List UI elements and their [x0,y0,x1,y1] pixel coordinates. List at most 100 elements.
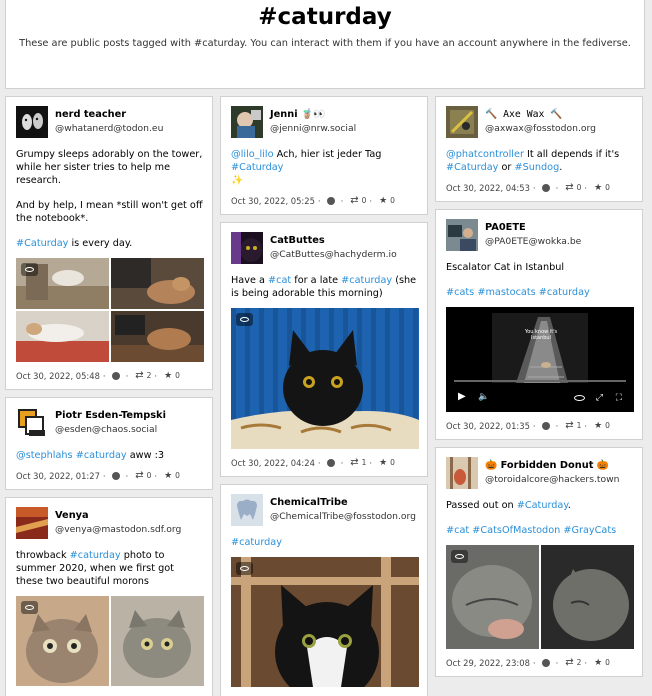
star-icon[interactable]: ★ [164,471,172,481]
media-image[interactable] [16,311,109,362]
fullscreen-icon[interactable]: ⛶ [616,393,622,403]
boost-icon[interactable]: ⇄ [135,470,143,481]
video-frame[interactable] [446,307,634,412]
hashtag-link[interactable]: #Caturday [231,162,283,173]
star-icon[interactable]: ★ [594,658,602,668]
media-image[interactable] [231,308,419,449]
post-date[interactable]: Oct 30, 2022, 01:35 [446,421,530,431]
avatar[interactable] [446,219,478,251]
media-image[interactable] [111,258,204,309]
media-image[interactable] [111,311,204,362]
mention-link[interactable]: @lilo_lilo [231,149,274,160]
boost-icon[interactable]: ⇄ [350,195,358,206]
media-image-container[interactable] [231,308,419,449]
eye-icon[interactable] [574,395,585,401]
boost-icon[interactable]: ⇄ [565,657,573,668]
display-name[interactable]: CatButtes [270,234,397,248]
boost-icon[interactable]: ⇄ [565,420,573,431]
star-icon[interactable]: ★ [594,421,602,431]
media-image[interactable] [231,557,419,687]
hashtag-link[interactable]: #caturday [539,287,590,298]
post-venya[interactable]: Venya @venya@mastodon.sdf.org throwback … [5,497,213,696]
display-name[interactable]: nerd teacher [55,108,163,122]
post-date[interactable]: Oct 29, 2022, 23:08 [446,658,530,668]
display-name[interactable]: 🔨 Axe Wax 🔨 [485,108,596,122]
play-icon[interactable]: ▶ [458,391,466,402]
display-name[interactable]: PA0ETE [485,221,581,235]
account-handle[interactable]: @PA0ETE@wokka.be [485,235,581,249]
eye-icon[interactable] [236,313,253,326]
avatar[interactable] [16,106,48,138]
hashtag-link[interactable]: #cat [268,275,291,286]
post-date[interactable]: Oct 30, 2022, 05:48 [16,371,100,381]
display-name[interactable]: Jenni 🧋👀 [270,108,356,122]
account-handle[interactable]: @toroidalcore@hackers.town [485,473,619,487]
boost-icon[interactable]: ⇄ [135,370,143,381]
post-date[interactable]: Oct 30, 2022, 04:24 [231,458,315,468]
star-icon[interactable]: ★ [379,196,387,206]
display-name[interactable]: ChemicalTribe [270,496,416,510]
account-handle[interactable]: @axwax@fosstodon.org [485,122,596,136]
post-pa0ete[interactable]: PA0ETE @PA0ETE@wokka.be Escalator Cat in… [435,209,643,440]
mention-link[interactable]: @phatcontroller [446,149,524,160]
post-header[interactable]: ChemicalTribe @ChemicalTribe@fosstodon.o… [231,494,418,526]
post-piotr[interactable]: Piotr Esden-Tempski @esden@chaos.social … [5,397,213,490]
hashtag-link[interactable]: #caturday [76,450,127,461]
hashtag-link[interactable]: #cats [446,287,474,298]
post-header[interactable]: Venya @venya@mastodon.sdf.org [16,507,203,539]
avatar[interactable] [231,494,263,526]
post-date[interactable]: Oct 30, 2022, 05:25 [231,196,315,206]
media-image[interactable] [111,596,204,686]
account-handle[interactable]: @ChemicalTribe@fosstodon.org [270,510,416,524]
account-handle[interactable]: @whatanerd@todon.eu [55,122,163,136]
boost-icon[interactable]: ⇄ [565,182,573,193]
hashtag-link[interactable]: #mastocats [477,287,535,298]
hashtag-link[interactable]: #caturday [231,537,282,548]
post-header[interactable]: PA0ETE @PA0ETE@wokka.be [446,219,633,251]
hashtag-link[interactable]: #caturday [341,275,392,286]
post-header[interactable]: nerd teacher @whatanerd@todon.eu [16,106,203,138]
post-date[interactable]: Oct 30, 2022, 01:27 [16,471,100,481]
post-forbidden-donut[interactable]: 🎃 Forbidden Donut 🎃 @toroidalcore@hacker… [435,447,643,677]
account-handle[interactable]: @jenni@nrw.social [270,122,356,136]
post-header[interactable]: 🔨 Axe Wax 🔨 @axwax@fosstodon.org [446,106,633,138]
boost-icon[interactable]: ⇄ [350,457,358,468]
hashtag-link[interactable]: #Caturday [16,238,68,249]
hashtag-link[interactable]: #Caturday [446,162,498,173]
hashtag-link[interactable]: #Sundog [514,162,559,173]
hashtag-link[interactable]: #GrayCats [563,525,616,536]
media-gallery[interactable] [16,258,204,362]
media-image[interactable] [541,545,634,649]
avatar[interactable] [446,457,478,489]
post-header[interactable]: Jenni 🧋👀 @jenni@nrw.social [231,106,418,138]
display-name[interactable]: Piotr Esden-Tempski [55,409,166,423]
eye-icon[interactable] [21,263,38,276]
avatar[interactable] [16,407,48,439]
post-jenni[interactable]: Jenni 🧋👀 @jenni@nrw.social @lilo_lilo Ac… [220,96,428,215]
post-nerd-teacher[interactable]: nerd teacher @whatanerd@todon.eu Grumpy … [5,96,213,390]
media-gallery[interactable] [16,596,204,686]
post-axe-wax[interactable]: 🔨 Axe Wax 🔨 @axwax@fosstodon.org @phatco… [435,96,643,202]
popout-icon[interactable]: ⤢ [596,393,603,403]
eye-icon[interactable] [236,562,253,575]
hashtag-link[interactable]: #cat [446,525,469,536]
volume-icon[interactable]: 🔈 [478,392,489,402]
post-date[interactable]: Oct 30, 2022, 04:53 [446,183,530,193]
video-player[interactable]: You know it's Istanbul ▶ 🔈 ⤢ ⛶ [446,307,634,412]
avatar[interactable] [231,232,263,264]
account-handle[interactable]: @CatButtes@hachyderm.io [270,248,397,262]
post-header[interactable]: Piotr Esden-Tempski @esden@chaos.social [16,407,203,439]
post-chemicaltribe[interactable]: ChemicalTribe @ChemicalTribe@fosstodon.o… [220,484,428,696]
post-header[interactable]: CatButtes @CatButtes@hachyderm.io [231,232,418,264]
star-icon[interactable]: ★ [164,371,172,381]
mention-link[interactable]: @stephlahs [16,450,73,461]
media-gallery[interactable] [446,545,634,649]
account-handle[interactable]: @venya@mastodon.sdf.org [55,523,181,537]
post-header[interactable]: 🎃 Forbidden Donut 🎃 @toroidalcore@hacker… [446,457,633,489]
account-handle[interactable]: @esden@chaos.social [55,423,166,437]
display-name[interactable]: 🎃 Forbidden Donut 🎃 [485,459,619,473]
post-catbuttes[interactable]: CatButtes @CatButtes@hachyderm.io Have a… [220,222,428,477]
avatar[interactable] [231,106,263,138]
hashtag-link[interactable]: #Caturday [517,500,568,511]
eye-icon[interactable] [451,550,468,563]
